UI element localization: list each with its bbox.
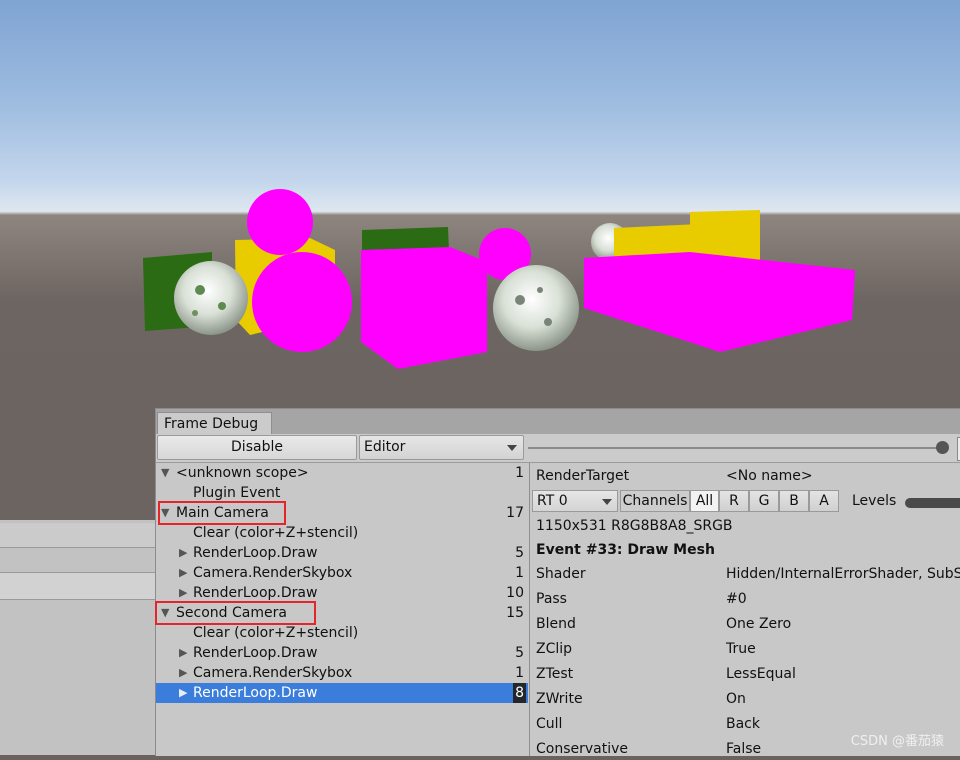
expanded-arrow-icon[interactable]: ▼ xyxy=(161,463,169,483)
channel-r-toggle[interactable]: R xyxy=(719,490,749,512)
panel-row xyxy=(0,572,156,600)
tree-row[interactable]: ▶ Camera.RenderSkybox 1 xyxy=(156,563,528,583)
noise-spot xyxy=(537,287,543,293)
levels-slider[interactable] xyxy=(905,498,960,508)
prop-name: Shader xyxy=(536,566,586,582)
tree-row[interactable]: Plugin Event xyxy=(156,483,528,503)
tree-row[interactable]: Clear (color+Z+stencil) xyxy=(156,623,528,643)
chevron-down-icon xyxy=(507,445,517,451)
tree-row-label: Clear (color+Z+stencil) xyxy=(193,525,359,541)
tree-row-label: <unknown scope> xyxy=(176,465,309,481)
tree-row[interactable]: ▶ RenderLoop.Draw 10 xyxy=(156,583,528,603)
highlight-box-second-camera xyxy=(155,601,316,625)
channel-g-toggle[interactable]: G xyxy=(749,490,779,512)
prop-value: On xyxy=(726,691,746,707)
prop-value: Hidden/InternalErrorShader, SubS xyxy=(726,566,960,582)
event-slider-handle[interactable] xyxy=(936,441,949,454)
prop-name: ZClip xyxy=(536,641,573,657)
tree-row-count: 5 xyxy=(515,645,524,661)
tree-row[interactable]: ▶ Camera.RenderSkybox 1 xyxy=(156,663,528,683)
magenta-cube xyxy=(361,247,487,369)
render-target-value: <No name> xyxy=(726,468,813,484)
render-target-label: RenderTarget xyxy=(536,468,630,484)
channel-all-toggle[interactable]: All xyxy=(690,490,719,512)
prop-value: Back xyxy=(726,716,760,732)
tab-bar: Frame Debug xyxy=(156,409,960,434)
collapsed-arrow-icon[interactable]: ▶ xyxy=(179,683,187,703)
highlight-box-main-camera xyxy=(158,501,286,525)
prop-value: #0 xyxy=(726,591,747,607)
noise-spot xyxy=(195,285,205,295)
tree-row-count: 15 xyxy=(506,605,524,621)
collapsed-arrow-icon[interactable]: ▶ xyxy=(179,643,187,663)
disable-button[interactable]: Disable xyxy=(157,435,357,460)
prop-value: True xyxy=(726,641,756,657)
left-editor-panel xyxy=(0,520,156,755)
target-select-label: Editor xyxy=(364,439,406,455)
frame-debug-toolbar: Disable Editor xyxy=(156,434,960,463)
tree-row-label: RenderLoop.Draw xyxy=(193,545,318,561)
prop-name: ZWrite xyxy=(536,691,583,707)
collapsed-arrow-icon[interactable]: ▶ xyxy=(179,543,187,563)
magenta-sphere xyxy=(247,189,313,255)
tree-row[interactable]: ▼ <unknown scope> 1 xyxy=(156,463,528,483)
watermark: CSDN @番茄猿 xyxy=(850,734,944,749)
panel-toolbar xyxy=(0,523,156,548)
noise-spot xyxy=(192,310,198,316)
collapsed-arrow-icon[interactable]: ▶ xyxy=(179,583,187,603)
tree-row-count: 1 xyxy=(515,465,524,481)
tree-row-selected[interactable]: ▶ RenderLoop.Draw 8 xyxy=(156,683,528,703)
channels-label: Channels xyxy=(620,490,690,512)
render-target-select[interactable]: RT 0 xyxy=(532,490,618,512)
noise-sphere xyxy=(493,265,579,351)
channel-a-toggle[interactable]: A xyxy=(809,490,839,512)
tree-row-label: Clear (color+Z+stencil) xyxy=(193,625,359,641)
prop-name: Conservative xyxy=(536,741,629,757)
tree-row-count: 10 xyxy=(506,585,524,601)
noise-sphere xyxy=(174,261,248,335)
tab-frame-debug[interactable]: Frame Debug xyxy=(157,412,272,434)
tree-row[interactable]: ▶ RenderLoop.Draw 5 xyxy=(156,543,528,563)
prop-name: ZTest xyxy=(536,666,574,682)
channel-b-toggle[interactable]: B xyxy=(779,490,809,512)
tree-row-label: RenderLoop.Draw xyxy=(193,585,318,601)
chevron-down-icon xyxy=(602,499,612,505)
tree-row-count: 17 xyxy=(506,505,524,521)
collapsed-arrow-icon[interactable]: ▶ xyxy=(179,563,187,583)
tree-row[interactable]: ▶ RenderLoop.Draw 5 xyxy=(156,643,528,663)
target-select[interactable]: Editor xyxy=(359,435,524,460)
tree-row-label: Camera.RenderSkybox xyxy=(193,665,353,681)
tree-row-count: 5 xyxy=(515,545,524,561)
event-tree: ▼ <unknown scope> 1 Plugin Event ▼ Main … xyxy=(155,463,530,756)
magenta-slab xyxy=(584,252,855,352)
noise-spot xyxy=(544,318,552,326)
tree-row-label: Camera.RenderSkybox xyxy=(193,565,353,581)
render-target-format: 1150x531 R8G8B8A8_SRGB xyxy=(536,518,733,534)
noise-spot xyxy=(515,295,525,305)
tree-row-label: Plugin Event xyxy=(193,485,281,501)
render-target-select-label: RT 0 xyxy=(537,493,568,509)
event-title: Event #33: Draw Mesh xyxy=(536,542,715,558)
tree-row-label: RenderLoop.Draw xyxy=(193,645,318,661)
collapsed-arrow-icon[interactable]: ▶ xyxy=(179,663,187,683)
event-slider[interactable] xyxy=(528,447,943,449)
prop-value: LessEqual xyxy=(726,666,796,682)
prop-name: Pass xyxy=(536,591,567,607)
prop-name: Blend xyxy=(536,616,576,632)
prop-value: One Zero xyxy=(726,616,792,632)
tree-row-count: 8 xyxy=(513,683,526,703)
tree-row-label: RenderLoop.Draw xyxy=(193,685,318,701)
tree-row-count: 1 xyxy=(515,565,524,581)
event-details-panel: RenderTarget <No name> RT 0 Channels All… xyxy=(530,463,960,757)
tree-row-count: 1 xyxy=(515,665,524,681)
noise-spot xyxy=(218,302,226,310)
tree-row[interactable]: Clear (color+Z+stencil) xyxy=(156,523,528,543)
prop-value: False xyxy=(726,741,762,757)
magenta-sphere xyxy=(252,252,352,352)
levels-label: Levels xyxy=(852,493,897,509)
prop-name: Cull xyxy=(536,716,563,732)
frame-debug-window: Frame Debug Disable Editor ▼ <unknown sc… xyxy=(155,408,960,757)
